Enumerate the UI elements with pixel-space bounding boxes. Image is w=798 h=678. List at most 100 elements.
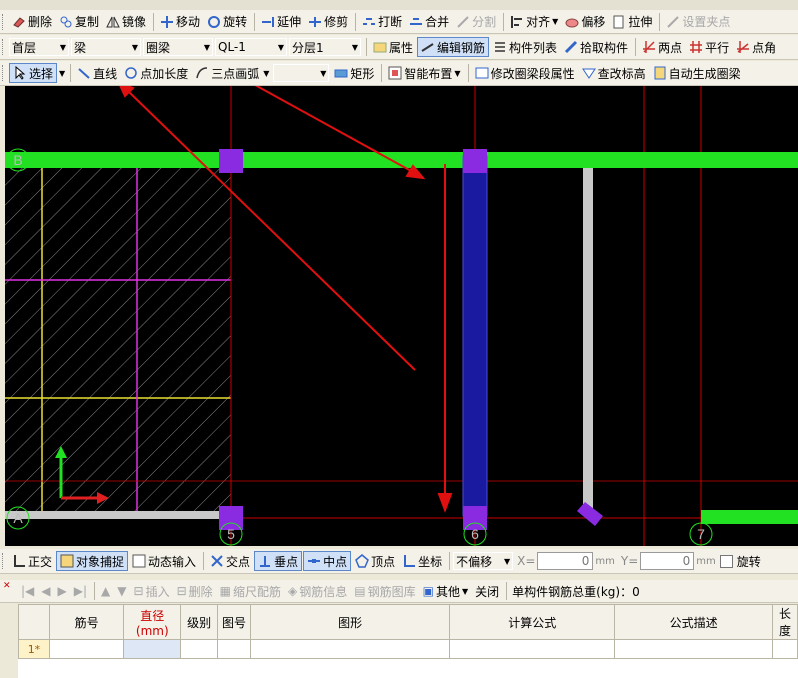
close-button[interactable]: 关闭 — [472, 581, 502, 601]
rotate-label: 旋转 — [223, 15, 248, 29]
offset-mode-select[interactable]: 不偏移 ▼ — [453, 552, 514, 570]
set-grip-button[interactable]: 设置夹点 — [663, 12, 733, 32]
vertical-beam-6[interactable] — [462, 155, 488, 517]
move-button[interactable]: 移动 — [157, 12, 203, 32]
point-angle-button[interactable]: 点角 — [733, 37, 779, 57]
arc-option-select[interactable]: ▼ — [273, 64, 330, 82]
split-button[interactable]: 分割 — [453, 12, 499, 32]
category-value: 梁 — [74, 40, 87, 55]
drawing-canvas[interactable]: B A 5 6 7 — [5, 86, 798, 546]
coordinate-snap-button[interactable]: 坐标 — [399, 551, 445, 571]
extend-button[interactable]: 延伸 — [258, 12, 304, 32]
copy-button[interactable]: 复制 — [56, 12, 102, 32]
break-button[interactable]: 打断 — [359, 12, 405, 32]
align-button[interactable]: 对齐 ▼ — [507, 12, 561, 32]
insert-button[interactable]: ⊟ 插入 — [131, 581, 173, 601]
column-header[interactable]: 图形 — [249, 604, 451, 640]
modify-ring-beam-button[interactable]: 修改圈梁段属性 — [472, 63, 578, 83]
list-icon — [495, 42, 506, 52]
category-select[interactable]: 梁 ▼ — [71, 38, 141, 56]
table-cell[interactable] — [614, 639, 773, 659]
column-header[interactable]: 筋号 — [48, 604, 125, 640]
column-header[interactable]: 公式描述 — [614, 604, 773, 640]
scale-rebar-button[interactable]: ▦ 缩尺配筋 — [217, 581, 284, 601]
table-cell-selected[interactable] — [123, 639, 182, 659]
ring-beam-7[interactable] — [701, 510, 798, 524]
layer-select[interactable]: 分层1 ▼ — [289, 38, 361, 56]
last-record-button[interactable]: ▶| — [71, 581, 90, 601]
three-point-arc-button[interactable]: 三点画弧 ▼ — [192, 63, 272, 83]
midpoint-snap-button[interactable]: 中点 — [303, 551, 352, 571]
toolbar-grip[interactable] — [2, 13, 6, 30]
table-row[interactable]: 1* — [18, 639, 798, 659]
column-header[interactable]: 图号 — [217, 604, 251, 640]
mirror-button[interactable]: 镜像 — [103, 12, 149, 32]
toolbar-grip[interactable] — [2, 553, 6, 569]
rebar-library-button[interactable]: ▤ 钢筋图库 — [351, 581, 418, 601]
toolbar-grip[interactable] — [2, 39, 6, 55]
intersection-snap-button[interactable]: 交点 — [207, 551, 253, 571]
x-coordinate-input[interactable]: 0 — [537, 552, 594, 570]
two-point-button[interactable]: 两点 — [639, 37, 685, 57]
column-header[interactable]: 计算公式 — [449, 604, 616, 640]
line-button[interactable]: 直线 — [74, 63, 120, 83]
trim-button[interactable]: 修剪 — [305, 12, 351, 32]
rotate-button[interactable]: 旋转 — [204, 12, 250, 32]
component-select[interactable]: QL-1 ▼ — [215, 38, 287, 56]
check-elevation-button[interactable]: 查改标高 — [579, 63, 649, 83]
rebar-library-label: 钢筋图库 — [367, 584, 416, 599]
point-length-button[interactable]: 点加长度 — [121, 63, 191, 83]
pick-component-button[interactable]: 拾取构件 — [561, 37, 631, 57]
floor-select[interactable]: 首层 ▼ — [9, 38, 69, 56]
move-down-button[interactable]: ▼ — [114, 581, 129, 601]
move-up-button[interactable]: ▲ — [98, 581, 113, 601]
properties-button[interactable]: 属性 — [370, 37, 416, 57]
vertex-snap-button[interactable]: 顶点 — [352, 551, 398, 571]
stretch-label: 拉伸 — [628, 15, 653, 29]
cad-drawing[interactable]: B A 5 6 7 — [5, 86, 798, 546]
parallel-button[interactable]: 平行 — [686, 37, 732, 57]
column-header[interactable]: 级别 — [180, 604, 219, 640]
rotate-checkbox[interactable] — [719, 554, 733, 568]
table-cell[interactable] — [180, 639, 219, 659]
stretch-button[interactable]: 拉伸 — [609, 12, 655, 32]
select-dropdown[interactable]: ▼ — [58, 63, 66, 83]
delete-button[interactable]: 删除 — [9, 12, 55, 32]
ortho-button[interactable]: 正交 — [9, 551, 55, 571]
dynamic-input-button[interactable]: 动态输入 — [129, 551, 199, 571]
close-panel-icon[interactable]: ✕ — [3, 581, 11, 591]
object-snap-button[interactable]: 对象捕捉 — [56, 551, 129, 571]
component-list-button[interactable]: 构件列表 — [490, 37, 560, 57]
column-b6[interactable] — [463, 149, 487, 173]
delete-row-button[interactable]: ⊟ 删除 — [174, 581, 216, 601]
table-cell[interactable] — [249, 639, 451, 659]
y-coordinate-input[interactable]: 0 — [640, 552, 695, 570]
table-cell[interactable] — [449, 639, 616, 659]
rebar-info-button[interactable]: ◈ 钢筋信息 — [285, 581, 350, 601]
type-select[interactable]: 圈梁 ▼ — [143, 38, 213, 56]
smart-layout-button[interactable]: 智能布置 ▼ — [385, 63, 463, 83]
offset-button[interactable]: 偏移 — [562, 12, 608, 32]
other-button[interactable]: ▣ 其他 ▼ — [420, 581, 472, 601]
prev-record-button[interactable]: ◀ — [38, 581, 53, 601]
merge-button[interactable]: 合并 — [406, 12, 452, 32]
table-cell[interactable] — [48, 639, 125, 659]
stretch-icon — [613, 15, 624, 28]
separator — [153, 12, 155, 31]
auto-generate-ring-beam-button[interactable]: 自动生成圈梁 — [650, 63, 744, 83]
first-record-button[interactable]: |◀ — [18, 581, 37, 601]
toolbar-grip[interactable] — [2, 65, 6, 81]
arc-icon — [196, 67, 208, 79]
perpendicular-snap-button[interactable]: 垂点 — [254, 551, 303, 571]
table-cell[interactable] — [771, 639, 798, 659]
edit-rebar-button[interactable]: 编辑钢筋 — [417, 37, 490, 57]
rectangle-button[interactable]: 矩形 — [331, 63, 377, 83]
select-button[interactable]: 选择 — [9, 63, 58, 83]
column-header[interactable]: 长度 — [771, 604, 798, 640]
table-cell[interactable] — [217, 639, 251, 659]
chevron-down-icon: ▼ — [59, 42, 66, 52]
separator — [94, 582, 96, 600]
column-b5[interactable] — [219, 149, 243, 173]
next-record-button[interactable]: ▶ — [55, 581, 70, 601]
column-header[interactable]: 直径(mm) — [123, 604, 182, 640]
